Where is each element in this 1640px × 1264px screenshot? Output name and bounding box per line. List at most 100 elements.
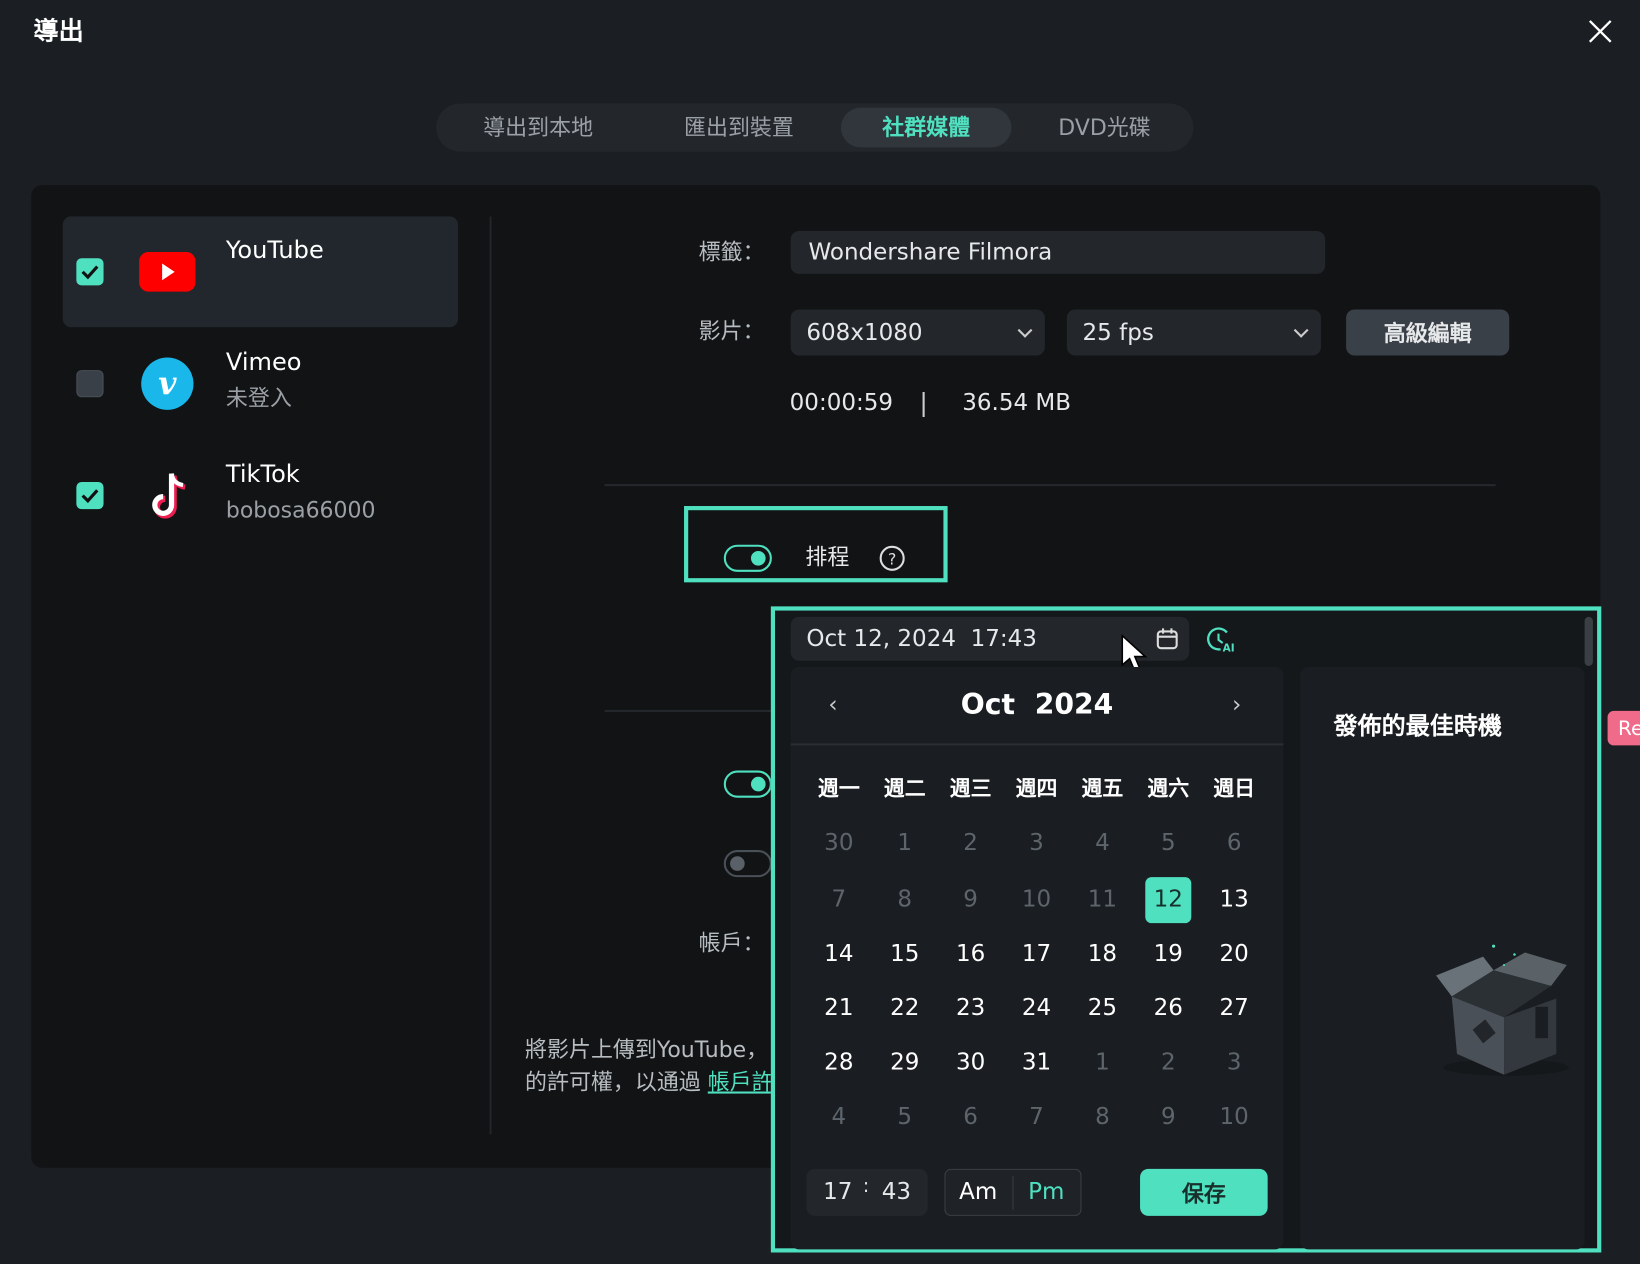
calendar-day[interactable]: 6 bbox=[948, 1095, 994, 1141]
weekday-header: 週二 bbox=[883, 775, 926, 801]
calendar-day[interactable]: 30 bbox=[948, 1040, 994, 1086]
platform-tiktok[interactable]: TikTok bobosa66000 bbox=[63, 457, 458, 541]
calendar-day[interactable]: 30 bbox=[816, 821, 862, 867]
calendar-day[interactable]: 6 bbox=[1211, 821, 1257, 867]
scrollbar[interactable] bbox=[1584, 616, 1593, 666]
weekday-header: 週日 bbox=[1213, 775, 1256, 801]
tab-dvd[interactable]: DVD光碟 bbox=[1038, 108, 1172, 148]
calendar-day[interactable]: 2 bbox=[948, 821, 994, 867]
youtube-icon bbox=[139, 251, 196, 292]
calendar-day[interactable]: 22 bbox=[882, 986, 928, 1032]
calendar-day[interactable]: 1 bbox=[1079, 1040, 1125, 1086]
chevron-down-icon bbox=[1017, 322, 1033, 338]
tab-social-media[interactable]: 社群媒體 bbox=[840, 107, 1012, 148]
vimeo-icon: v bbox=[141, 357, 194, 410]
calendar-day[interactable]: 8 bbox=[882, 877, 928, 923]
calendar-day[interactable]: 9 bbox=[948, 877, 994, 923]
tag-label: 標籤： bbox=[698, 239, 765, 265]
tab-local[interactable]: 導出到本地 bbox=[457, 108, 619, 148]
calendar-day[interactable]: 11 bbox=[1079, 877, 1125, 923]
am-option[interactable]: Am bbox=[959, 1181, 997, 1204]
calendar-day[interactable]: 5 bbox=[882, 1095, 928, 1141]
calendar-day[interactable]: 4 bbox=[1079, 821, 1125, 867]
account-label: 帳戶： bbox=[698, 930, 765, 956]
account-permission-link[interactable]: 帳戶許 bbox=[708, 1070, 774, 1095]
calendar-day[interactable]: 23 bbox=[948, 986, 994, 1032]
calendar-day[interactable]: 10 bbox=[1211, 1095, 1257, 1141]
calendar-day[interactable]: 3 bbox=[1013, 821, 1059, 867]
calendar-day[interactable]: 7 bbox=[816, 877, 862, 923]
calendar-day[interactable]: 1 bbox=[882, 821, 928, 867]
am-pm-toggle: Am Pm bbox=[944, 1168, 1082, 1216]
platform-vimeo[interactable]: v Vimeo 未登入 bbox=[63, 345, 458, 429]
calendar-day[interactable]: 4 bbox=[816, 1095, 862, 1141]
fps-select[interactable]: 25 fps bbox=[1066, 309, 1321, 356]
calendar-day[interactable]: 8 bbox=[1079, 1095, 1125, 1141]
option-toggle-on[interactable] bbox=[723, 770, 772, 798]
calendar-day[interactable]: 2 bbox=[1145, 1040, 1191, 1086]
export-tabs: 導出到本地 匯出到裝置 社群媒體 DVD光碟 bbox=[436, 103, 1194, 152]
save-button[interactable]: 保存 bbox=[1140, 1168, 1268, 1216]
advanced-edit-button[interactable]: 高級編輯 bbox=[1346, 309, 1510, 356]
calendar-day[interactable]: 14 bbox=[816, 932, 862, 978]
calendar-day[interactable]: 13 bbox=[1211, 877, 1257, 923]
minute-value[interactable]: 43 bbox=[882, 1181, 911, 1204]
sidebar-divider bbox=[489, 216, 492, 1135]
time-input[interactable]: 17 : 43 bbox=[806, 1168, 928, 1216]
calendar-day[interactable]: 18 bbox=[1079, 932, 1125, 978]
calendar-day[interactable]: 29 bbox=[882, 1040, 928, 1086]
tab-device[interactable]: 匯出到裝置 bbox=[658, 108, 820, 148]
platform-name: Vimeo bbox=[225, 349, 302, 377]
ai-time-icon[interactable]: AI bbox=[1206, 626, 1235, 653]
calendar-day[interactable]: 9 bbox=[1145, 1095, 1191, 1141]
close-icon[interactable] bbox=[1586, 17, 1615, 46]
year: 2024 bbox=[1034, 688, 1114, 722]
resolution-select[interactable]: 608x1080 bbox=[790, 309, 1045, 356]
svg-text:AI: AI bbox=[1223, 642, 1235, 653]
fps-value: 25 fps bbox=[1082, 319, 1154, 346]
option-toggle-off[interactable] bbox=[723, 849, 772, 878]
calendar-day[interactable]: 5 bbox=[1145, 821, 1191, 867]
calendar-day[interactable]: 20 bbox=[1211, 932, 1257, 978]
side-badge[interactable]: Re bbox=[1607, 710, 1640, 746]
calendar-panel: ‹ Oct 2024 › 週一 週二 週三 週四 週五 週六 週日 30 1 2 3 4 5 6 7 8 9 1… bbox=[790, 667, 1284, 1250]
next-month-button[interactable]: › bbox=[1232, 694, 1241, 717]
calendar-day[interactable]: 17 bbox=[1013, 932, 1059, 978]
youtube-checkbox[interactable] bbox=[76, 258, 104, 286]
notice-line1: 將影片上傳到YouTube， bbox=[525, 1037, 769, 1063]
file-size: 36.54 MB bbox=[962, 389, 1072, 417]
duration: 00:00:59 bbox=[789, 389, 894, 417]
calendar-day[interactable]: 19 bbox=[1145, 932, 1191, 978]
schedule-toggle[interactable] bbox=[723, 544, 772, 572]
best-time-panel: 發佈的最佳時機 bbox=[1300, 667, 1585, 1250]
hour-value[interactable]: 17 bbox=[823, 1181, 852, 1204]
empty-box-illustration bbox=[1436, 944, 1569, 1076]
calendar-day[interactable]: 27 bbox=[1211, 986, 1257, 1032]
tag-input[interactable]: Wondershare Filmora bbox=[790, 231, 1326, 274]
calendar-day[interactable]: 21 bbox=[816, 986, 862, 1032]
calendar-day[interactable]: 26 bbox=[1145, 986, 1191, 1032]
calendar-icon[interactable] bbox=[1155, 626, 1180, 651]
pm-option[interactable]: Pm bbox=[1028, 1181, 1064, 1204]
vimeo-checkbox[interactable] bbox=[76, 370, 104, 398]
month-year: Oct 2024 bbox=[791, 691, 1284, 719]
calendar-day[interactable]: 12 bbox=[1145, 877, 1192, 924]
calendar-day[interactable]: 25 bbox=[1079, 986, 1125, 1032]
weekday-header: 週六 bbox=[1147, 775, 1190, 801]
platform-youtube[interactable]: YouTube bbox=[62, 216, 459, 328]
calendar-day[interactable]: 10 bbox=[1013, 877, 1059, 923]
calendar-day[interactable]: 28 bbox=[816, 1040, 862, 1086]
calendar-day[interactable]: 3 bbox=[1211, 1040, 1257, 1086]
tiktok-checkbox[interactable] bbox=[76, 481, 104, 510]
calendar-divider bbox=[790, 743, 1284, 746]
calendar-day[interactable]: 15 bbox=[882, 932, 928, 978]
calendar-day[interactable]: 24 bbox=[1013, 986, 1059, 1032]
help-icon[interactable]: ? bbox=[879, 545, 906, 572]
video-label: 影片： bbox=[698, 318, 765, 344]
calendar-day[interactable]: 31 bbox=[1013, 1040, 1059, 1086]
weekday-header: 週三 bbox=[949, 775, 992, 801]
calendar-day[interactable]: 16 bbox=[948, 932, 994, 978]
month: Oct bbox=[960, 688, 1016, 722]
platform-account: bobosa66000 bbox=[225, 497, 376, 523]
calendar-day[interactable]: 7 bbox=[1013, 1095, 1059, 1141]
